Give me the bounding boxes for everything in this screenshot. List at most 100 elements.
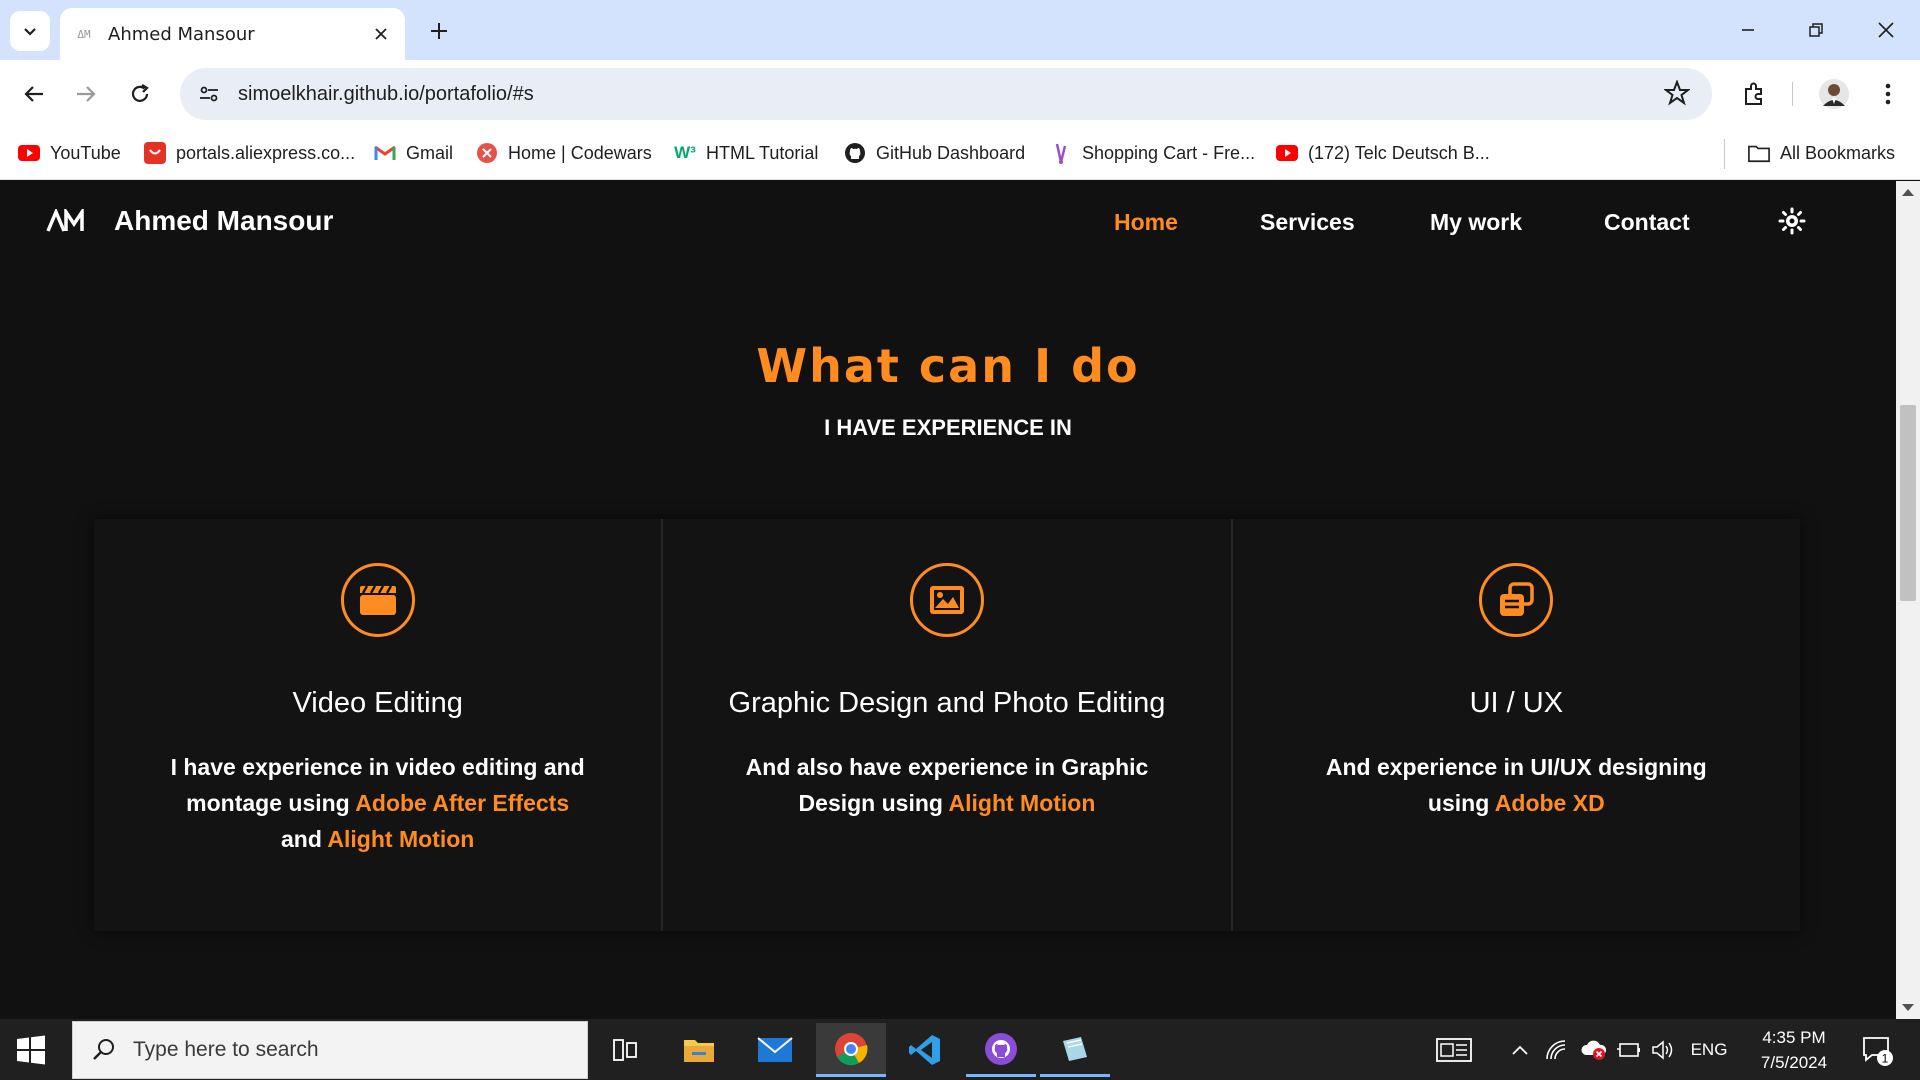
webpage: Ahmed Mansour Home Services My work Cont… xyxy=(0,181,1896,1019)
show-hidden-icons[interactable] xyxy=(1506,1019,1534,1080)
scrollbar-thumb[interactable] xyxy=(1900,405,1916,601)
bookmarks-bar: YouTube portals.aliexpress.co... Gmail H… xyxy=(0,128,1920,180)
bookmark-github[interactable]: GitHub Dashboard xyxy=(844,138,1025,168)
new-tab-icon[interactable] xyxy=(424,16,454,46)
volume-icon[interactable] xyxy=(1648,1019,1678,1080)
nav-contact[interactable]: Contact xyxy=(1604,209,1690,236)
card-text-part: and xyxy=(280,826,328,852)
bookmark-codewars[interactable]: Home | Codewars xyxy=(476,138,652,168)
card-highlight: Adobe XD xyxy=(1494,790,1605,816)
page-favicon-icon: ΔM xyxy=(77,27,91,41)
card-title: Graphic Design and Photo Editing xyxy=(728,687,1166,719)
wifi-icon[interactable] xyxy=(1542,1019,1572,1080)
card-highlight: Adobe After Effects xyxy=(355,790,570,816)
taskbar-search[interactable]: Type here to search xyxy=(72,1021,588,1079)
scroll-down-icon[interactable] xyxy=(1902,1004,1914,1011)
github-icon xyxy=(844,142,866,164)
search-placeholder: Type here to search xyxy=(133,1038,319,1061)
card-description: And also have experience in Graphic Desi… xyxy=(737,749,1157,821)
layers-icon xyxy=(1479,563,1554,637)
bookmark-label: Shopping Cart - Fre... xyxy=(1082,142,1256,163)
bookmark-label: Gmail xyxy=(406,142,454,163)
close-tab-icon[interactable] xyxy=(369,22,393,46)
notes-app-icon[interactable] xyxy=(1040,1023,1110,1077)
restore-icon[interactable] xyxy=(1788,10,1844,50)
folder-icon xyxy=(1748,142,1770,164)
notification-count: 1 xyxy=(1882,1051,1889,1065)
page-scrollbar[interactable] xyxy=(1896,181,1920,1019)
scroll-up-icon[interactable] xyxy=(1902,189,1914,196)
profile-avatar[interactable] xyxy=(1814,74,1854,114)
bookmark-label: HTML Tutorial xyxy=(706,142,819,163)
windows-taskbar: Type here to search ENG 4:35 PM 7/5/2024 xyxy=(0,1019,1920,1080)
bookmark-html-tutorial[interactable]: W³ HTML Tutorial xyxy=(674,138,818,168)
file-explorer-icon[interactable] xyxy=(664,1023,734,1077)
card-highlight: Alight Motion xyxy=(327,826,475,852)
windows-start-icon[interactable] xyxy=(16,1035,46,1065)
codewars-icon xyxy=(476,142,498,164)
bookmark-aliexpress[interactable]: portals.aliexpress.co... xyxy=(144,138,355,168)
clock-date: 7/5/2024 xyxy=(1760,1053,1828,1072)
minimize-icon[interactable] xyxy=(1720,10,1776,50)
bookmark-label: (172) Telc Deutsch B... xyxy=(1308,142,1490,163)
card-title: Video Editing xyxy=(292,687,463,719)
github-desktop-icon[interactable] xyxy=(966,1023,1036,1077)
nav-home[interactable]: Home xyxy=(1114,209,1178,236)
mail-icon[interactable] xyxy=(740,1023,810,1077)
system-clock[interactable]: 4:35 PM 7/5/2024 xyxy=(1744,1025,1844,1075)
shopping-cart-icon xyxy=(1050,142,1072,164)
bookmark-label: YouTube xyxy=(50,142,121,163)
notification-center-icon[interactable]: 1 xyxy=(1852,1019,1902,1080)
clapperboard-icon xyxy=(340,563,415,637)
vscode-icon[interactable] xyxy=(890,1023,960,1077)
theme-toggle-sun-icon[interactable] xyxy=(1778,207,1806,235)
card-description: And experience in UI/UX designing using … xyxy=(1306,749,1726,821)
browser-tab[interactable]: ΔM Ahmed Mansour xyxy=(60,8,405,60)
services-subtitle: I HAVE EXPERIENCE IN xyxy=(824,415,1072,440)
task-view-icon[interactable] xyxy=(590,1023,660,1077)
site-logo[interactable] xyxy=(46,209,86,233)
bookmarks-divider xyxy=(1724,139,1725,169)
site-info-icon[interactable] xyxy=(198,83,220,105)
card-description: I have experience in video editing and m… xyxy=(168,749,588,857)
nav-my-work[interactable]: My work xyxy=(1430,209,1522,236)
back-icon[interactable] xyxy=(14,74,54,114)
bookmark-gmail[interactable]: Gmail xyxy=(374,138,453,168)
service-card-ui-ux: UI / UX And experience in UI/UX designin… xyxy=(1233,519,1800,931)
cloud-error-icon[interactable] xyxy=(1578,1019,1610,1080)
clock-time: 4:35 PM xyxy=(1762,1028,1826,1047)
bookmark-star-icon[interactable] xyxy=(1664,80,1690,106)
tab-title: Ahmed Mansour xyxy=(108,23,255,45)
news-widget-icon[interactable] xyxy=(1428,1019,1480,1080)
close-window-icon[interactable] xyxy=(1858,10,1914,50)
image-icon xyxy=(909,563,984,637)
bookmark-youtube[interactable]: YouTube xyxy=(18,138,121,168)
bookmark-telc[interactable]: (172) Telc Deutsch B... xyxy=(1276,138,1490,168)
tab-search-button[interactable] xyxy=(10,11,50,51)
reload-icon[interactable] xyxy=(120,74,160,114)
language-indicator[interactable]: ENG xyxy=(1684,1019,1734,1080)
battery-icon[interactable] xyxy=(1614,1019,1644,1080)
nav-services[interactable]: Services xyxy=(1260,209,1355,236)
browser-toolbar: simoelkhair.github.io/portafolio/#s xyxy=(0,60,1920,128)
bookmark-label: GitHub Dashboard xyxy=(876,142,1026,163)
chrome-icon[interactable] xyxy=(816,1023,886,1077)
address-bar[interactable]: simoelkhair.github.io/portafolio/#s xyxy=(180,68,1712,120)
services-title: What can I do xyxy=(756,339,1140,393)
forward-icon[interactable] xyxy=(66,74,106,114)
bookmark-shopping-cart[interactable]: Shopping Cart - Fre... xyxy=(1050,138,1255,168)
site-name[interactable]: Ahmed Mansour xyxy=(114,205,333,237)
toolbar-divider xyxy=(1792,82,1793,106)
youtube-icon xyxy=(18,142,40,164)
search-icon xyxy=(93,1039,114,1060)
youtube-icon xyxy=(1276,142,1298,164)
tab-strip: ΔM Ahmed Mansour xyxy=(0,0,1920,60)
bookmark-label: Home | Codewars xyxy=(508,142,652,163)
card-highlight: Alight Motion xyxy=(948,790,1096,816)
browser-menu-icon[interactable] xyxy=(1868,74,1908,114)
service-card-graphic-design: Graphic Design and Photo Editing And als… xyxy=(663,519,1233,931)
chevron-down-icon xyxy=(24,28,36,36)
extensions-icon[interactable] xyxy=(1734,74,1774,114)
service-card-video-editing: Video Editing I have experience in video… xyxy=(94,519,664,931)
all-bookmarks-button[interactable]: All Bookmarks xyxy=(1748,138,1895,168)
